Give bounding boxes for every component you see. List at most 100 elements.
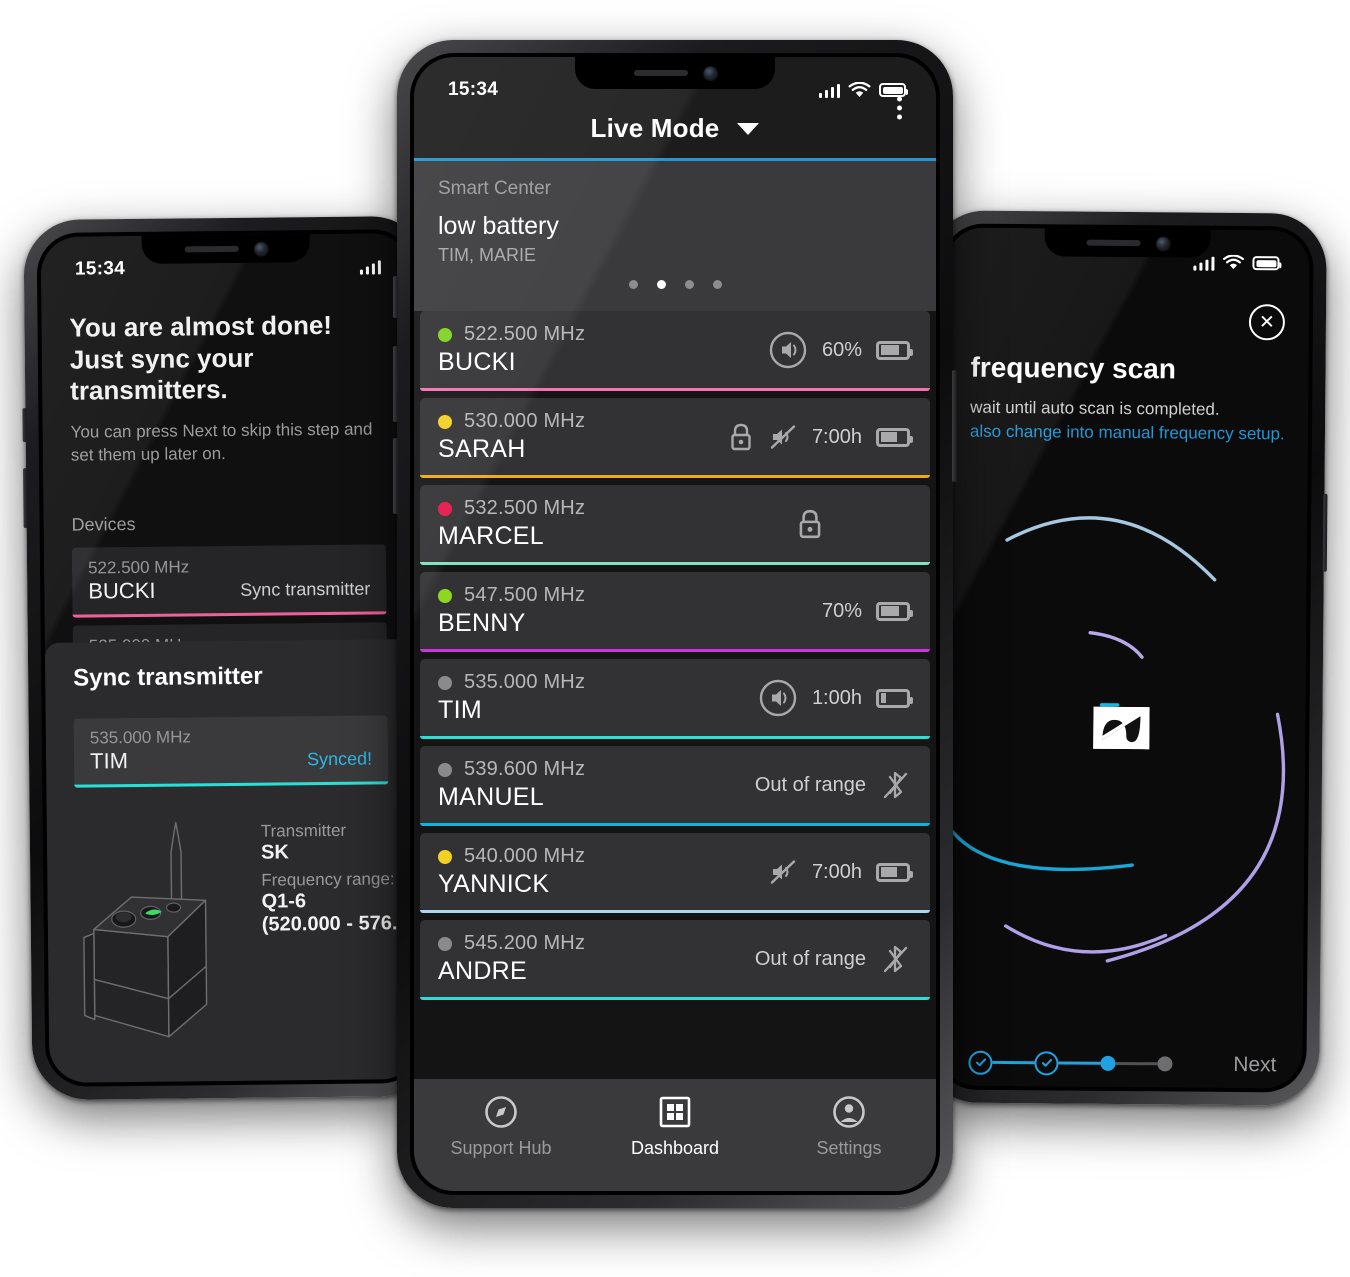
page-dot-active[interactable] — [656, 280, 666, 289]
device-name: BENNY — [438, 609, 526, 637]
mute-switch[interactable] — [22, 408, 27, 443]
right-phone-frame: 15:34 ✕ frequency scan wait unti — [921, 210, 1328, 1106]
battery-icon — [876, 862, 913, 882]
status-indicator-dot — [438, 414, 452, 429]
table-row[interactable]: 547.500 MHz BENNY 70% — [420, 572, 930, 652]
wifi-icon — [1222, 254, 1244, 270]
smart-center-devices: TIM, MARIE — [438, 245, 536, 265]
earpiece-speaker — [633, 70, 688, 76]
status-indicator-dot — [438, 762, 452, 777]
page-dot[interactable] — [712, 280, 722, 289]
sync-transmitter-button[interactable]: Sync transmitter — [240, 579, 370, 603]
close-icon[interactable]: ✕ — [1248, 304, 1286, 341]
device-frequency: 535.000 MHz — [464, 671, 586, 693]
manual-frequency-setup-link[interactable]: also change into manual frequency setup. — [970, 419, 1285, 446]
device-name: MANUEL — [438, 783, 544, 811]
device-frequency: 522.500 MHz — [87, 557, 190, 578]
device-accent-bar — [72, 611, 387, 618]
notch — [1044, 228, 1211, 258]
table-row[interactable]: 545.200 MHz ANDRE Out of range — [420, 920, 930, 1000]
bluetooth-disconnected-icon — [880, 942, 910, 976]
device-accent-bar — [420, 388, 930, 391]
step-pending[interactable] — [1157, 1056, 1173, 1072]
device-name: TIM — [438, 696, 482, 724]
frequency-range-label: Frequency range: — [261, 869, 395, 890]
front-camera — [254, 242, 268, 256]
volume-up-button[interactable] — [23, 468, 28, 529]
speaker-muted-icon[interactable] — [768, 422, 798, 452]
step-connector — [1115, 1062, 1158, 1066]
device-name: MARCEL — [438, 522, 544, 550]
check-icon — [975, 1058, 986, 1067]
chevron-down-icon[interactable] — [737, 122, 760, 135]
device-name: YANNICK — [438, 870, 550, 898]
front-camera — [1156, 236, 1170, 250]
lock-icon[interactable] — [728, 422, 754, 452]
left-phone-frame: 15:34 You are almost done! Just sync you… — [22, 215, 437, 1101]
device-accent-bar — [420, 997, 930, 1000]
tab-dashboard[interactable]: Dashboard — [600, 1095, 750, 1159]
volume-down-button[interactable] — [393, 438, 398, 514]
lock-icon[interactable] — [796, 508, 824, 540]
devices-section-label: Devices — [71, 514, 136, 535]
right-phone-screen: 15:34 ✕ frequency scan wait unti — [938, 227, 1310, 1089]
bottom-tab-bar[interactable]: Support Hub Dashboard Settings — [414, 1079, 936, 1191]
smart-center-card[interactable]: Smart Center low battery TIM, MARIE — [414, 161, 936, 311]
signal-bars-icon — [818, 83, 840, 98]
tab-label: Support Hub — [450, 1138, 552, 1158]
bluetooth-disconnected-icon — [880, 768, 910, 802]
device-frequency: 547.500 MHz — [464, 584, 586, 606]
sennheiser-logo-icon — [1093, 706, 1150, 749]
out-of-range-label: Out of range — [754, 773, 866, 796]
tab-support-hub[interactable]: Support Hub — [426, 1095, 576, 1159]
table-row[interactable]: 535.000 MHz TIM 1:00h — [420, 659, 930, 739]
page-title: Live Mode — [590, 113, 720, 143]
mute-switch[interactable] — [393, 276, 398, 318]
table-row[interactable]: 532.500 MHz MARCEL — [420, 485, 930, 565]
device-name: ANDRE — [438, 957, 528, 985]
speaker-muted-icon[interactable] — [768, 857, 798, 887]
device-frequency: 539.600 MHz — [464, 758, 586, 780]
frequency-range-band: Q1-6 — [261, 890, 307, 913]
center-phone-screen: 15:34 Live Mode Smart Center low battery… — [414, 57, 936, 1191]
battery-runtime: 7:00h — [811, 860, 862, 883]
device-name: SARAH — [438, 435, 526, 463]
device-list[interactable]: 522.500 MHz BUCKI 60% 530.000 MHz SARAH … — [414, 311, 936, 1079]
wifi-icon — [848, 81, 871, 97]
table-row[interactable]: 540.000 MHz YANNICK 7:00h — [420, 833, 930, 913]
table-row[interactable]: 539.600 MHz MANUEL Out of range — [420, 746, 930, 826]
device-name: TIM — [89, 748, 129, 774]
tab-settings[interactable]: Settings — [774, 1095, 924, 1159]
device-frequency: 530.000 MHz — [464, 410, 586, 432]
page-dot[interactable] — [628, 280, 638, 289]
carousel-page-dots[interactable] — [438, 266, 912, 301]
transmitter-info: Transmitter SK Frequency range: Q1-6 (52… — [74, 784, 419, 1045]
list-item[interactable]: 535.000 MHz TIM Synced! — [73, 715, 389, 788]
status-indicator-dot — [438, 675, 452, 690]
device-accent-bar — [420, 562, 930, 565]
power-button[interactable] — [1322, 493, 1328, 572]
power-button[interactable] — [952, 370, 957, 482]
list-item[interactable]: 522.500 MHz BUCKI Sync transmitter — [71, 544, 387, 618]
frequency-scan-content: ✕ frequency scan wait until auto scan is… — [938, 227, 1310, 1022]
step-completed-2[interactable] — [1034, 1050, 1059, 1076]
step-completed-1[interactable] — [968, 1050, 993, 1075]
device-frequency: 532.500 MHz — [464, 497, 586, 519]
volume-up-button[interactable] — [393, 346, 398, 422]
speaker-circle-icon[interactable] — [768, 330, 808, 370]
left-phone-screen: 15:34 You are almost done! Just sync you… — [40, 233, 420, 1083]
bodypack-transmitter-illustration — [75, 808, 245, 1045]
table-row[interactable]: 522.500 MHz BUCKI 60% — [420, 311, 930, 391]
page-dot[interactable] — [684, 280, 694, 289]
device-frequency: 535.000 MHz — [89, 727, 192, 748]
next-button[interactable]: Next — [1233, 1053, 1276, 1077]
smart-center-alert: low battery — [438, 212, 559, 240]
step-connector — [992, 1061, 1035, 1065]
device-name: BUCKI — [88, 577, 156, 604]
front-camera — [703, 66, 717, 80]
headline-line-1: You are almost done! — [69, 309, 333, 343]
speaker-circle-icon[interactable] — [758, 678, 798, 718]
step-active[interactable] — [1100, 1055, 1116, 1072]
sync-transmitter-sheet: Sync transmitter 535.000 MHz TIM Synced! — [44, 639, 419, 1083]
table-row[interactable]: 530.000 MHz SARAH 7:00h — [420, 398, 930, 478]
